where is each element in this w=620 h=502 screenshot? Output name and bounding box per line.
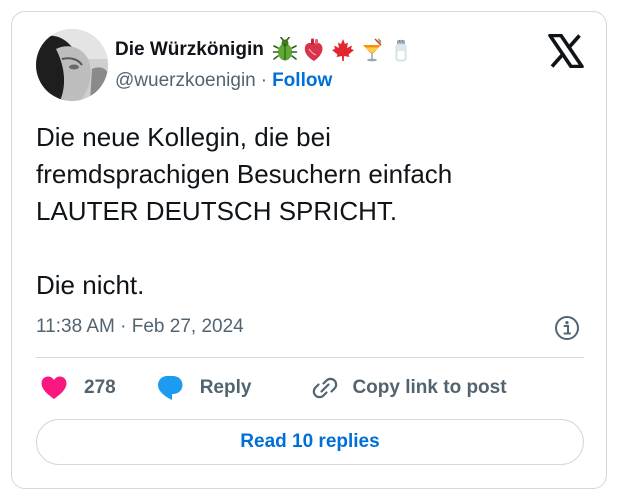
tweet-card: Die Würzkönigin @wuerzkoenigin · Follow … xyxy=(11,11,607,489)
maple-leaf-emoji-icon xyxy=(330,37,356,63)
read-replies-label: Read 10 replies xyxy=(240,431,380,452)
tweet-timestamp[interactable]: 11:38 AM · Feb 27, 2024 xyxy=(36,316,244,338)
tropical-drink-emoji-icon xyxy=(359,37,385,63)
author-display-name[interactable]: Die Würzkönigin xyxy=(115,39,264,61)
link-icon xyxy=(311,374,339,402)
separator-dot: · xyxy=(260,70,268,91)
info-icon[interactable] xyxy=(553,314,581,342)
beetle-emoji-icon xyxy=(272,36,298,63)
reply-button[interactable]: Reply xyxy=(156,374,252,402)
like-button[interactable]: 278 xyxy=(40,375,116,401)
like-count: 278 xyxy=(84,377,116,398)
salt-shaker-emoji-icon xyxy=(388,37,414,63)
action-bar: 278 Reply Copy link to post xyxy=(36,373,507,403)
avatar-image xyxy=(36,29,108,101)
reply-bubble-icon xyxy=(156,374,184,402)
tweet-text: Die neue Kollegin, die bei fremdsprachig… xyxy=(36,122,453,300)
heart-icon xyxy=(40,375,68,401)
author-handle-row: @wuerzkoenigin · Follow xyxy=(115,70,332,92)
reply-label: Reply xyxy=(199,377,252,398)
anatomical-heart-emoji-icon xyxy=(301,37,327,63)
name-emoji-row xyxy=(272,36,414,63)
read-replies-button[interactable]: Read 10 replies xyxy=(36,419,584,465)
author-name-row: Die Würzkönigin xyxy=(115,36,414,64)
author-handle[interactable]: @wuerzkoenigin xyxy=(115,70,256,91)
avatar[interactable] xyxy=(36,29,108,101)
divider xyxy=(36,357,584,358)
follow-button[interactable]: Follow xyxy=(272,70,332,91)
x-logo-icon[interactable] xyxy=(548,33,584,69)
copy-link-button[interactable]: Copy link to post xyxy=(311,374,507,402)
copy-link-label: Copy link to post xyxy=(352,377,507,398)
